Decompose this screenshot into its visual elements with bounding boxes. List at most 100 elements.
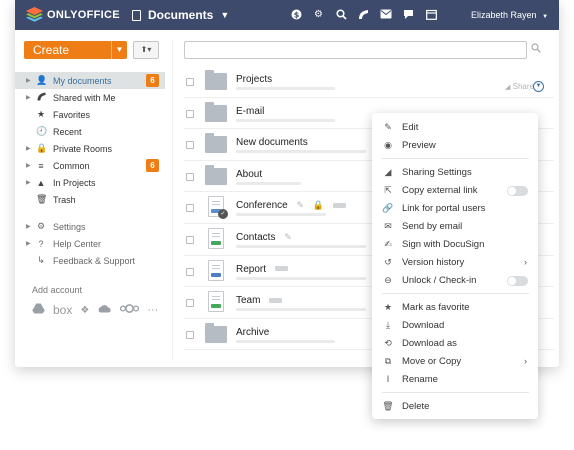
file-line <box>212 299 220 301</box>
expand-arrow-icon[interactable]: ▶ <box>26 240 31 247</box>
menu-separator <box>382 293 529 294</box>
external-link-toggle[interactable] <box>507 186 528 196</box>
chevron-right-icon: › <box>524 257 527 267</box>
module-switcher[interactable]: Documents ▼ <box>132 8 229 22</box>
row-checkbox[interactable] <box>186 109 194 118</box>
sidebar-item-label: Settings <box>53 221 86 232</box>
gear-icon[interactable]: ⚙ <box>313 8 325 20</box>
row-checkbox[interactable] <box>186 330 194 339</box>
svg-text:$: $ <box>293 10 299 19</box>
sidebar-item-settings[interactable]: ▶ ⚙ Settings <box>15 218 165 235</box>
menu-item-preview[interactable]: ◉ Preview <box>372 137 538 153</box>
sidebar-item-in-projects[interactable]: ▶ ▲ In Projects <box>15 174 165 191</box>
unlock-toggle[interactable] <box>507 276 528 286</box>
menu-item-rename[interactable]: I Rename <box>372 371 538 387</box>
menu-item-send-by-email[interactable]: ✉ Send by email <box>372 218 538 234</box>
pencil-icon[interactable]: ✎ <box>296 200 304 210</box>
question-icon: ? <box>38 238 44 249</box>
menu-item-download-as[interactable]: ⟲ Download as <box>372 335 538 351</box>
chat-icon[interactable] <box>403 8 415 20</box>
unlock-icon: ⊖ <box>384 274 392 285</box>
menu-item-sharing-settings[interactable]: ◢ Sharing Settings <box>372 164 538 180</box>
sidebar-item-label: Feedback & Support <box>53 255 136 266</box>
file-name[interactable]: About <box>236 169 262 180</box>
expand-arrow-icon[interactable]: ▶ <box>26 223 31 230</box>
sidebar-item-help-center[interactable]: ▶ ? Help Center <box>15 235 165 252</box>
box-icon[interactable]: box <box>53 303 72 317</box>
menu-item-unlock-checkin[interactable]: ⊖ Unlock / Check-in <box>372 272 538 288</box>
menu-item-download[interactable]: ⤓ Download <box>372 317 538 333</box>
row-menu-button[interactable]: ▼ <box>533 81 544 92</box>
lock-icon[interactable]: 🔒 <box>313 200 324 210</box>
chevron-down-icon: ▼ <box>220 10 230 20</box>
create-button[interactable]: Create ▼ <box>24 41 127 59</box>
menu-item-version-history[interactable]: ↺ Version history › <box>372 254 538 270</box>
file-name[interactable]: Contacts <box>236 232 275 243</box>
file-name[interactable]: E-mail <box>236 106 264 117</box>
upload-button[interactable]: ⬆▾ <box>133 41 159 59</box>
expand-arrow-icon[interactable]: ▶ <box>26 162 31 169</box>
dropbox-icon[interactable]: ❖ <box>80 305 89 316</box>
row-checkbox[interactable] <box>186 172 194 181</box>
share-link[interactable]: ◢ Share <box>505 82 534 91</box>
link-icon: 🔗 <box>382 202 394 213</box>
mail-icon[interactable] <box>380 8 392 20</box>
sidebar-item-private-rooms[interactable]: ▶ 🔒 Private Rooms <box>15 140 165 157</box>
sidebar-item-favorites[interactable]: ★ Favorites <box>15 106 165 123</box>
sidebar-item-shared-with-me[interactable]: ▶ Shared with Me <box>15 89 165 106</box>
expand-arrow-icon[interactable]: ▶ <box>26 179 31 186</box>
menu-item-copy-external-link[interactable]: ⇱ Copy external link <box>372 182 538 198</box>
currency-icon[interactable]: $ <box>290 8 302 20</box>
file-name[interactable]: New documents <box>236 137 308 148</box>
file-name[interactable]: Conference <box>236 200 288 211</box>
file-name[interactable]: Team <box>236 295 260 306</box>
file-row[interactable]: Projects ◢ Share ▼ <box>184 66 554 98</box>
sidebar-item-trash[interactable]: 🗑 Trash <box>15 191 165 208</box>
menu-separator <box>382 158 529 159</box>
search-input[interactable] <box>184 41 527 59</box>
sidebar-item-recent[interactable]: 🕘 Recent <box>15 123 165 140</box>
pencil-icon[interactable]: ✎ <box>284 232 292 242</box>
sidebar-item-common[interactable]: ▶ ≡ Common 6 <box>15 157 165 174</box>
nextcloud-icon[interactable] <box>120 304 140 316</box>
expand-arrow-icon[interactable]: ▶ <box>26 77 31 84</box>
row-checkbox[interactable] <box>186 204 194 213</box>
file-name[interactable]: Projects <box>236 74 272 85</box>
menu-item-delete[interactable]: 🗑 Delete <box>372 398 538 414</box>
file-type-bar <box>211 272 221 277</box>
search-icon[interactable] <box>335 8 347 20</box>
file-name[interactable]: Archive <box>236 327 269 338</box>
file-meta-placeholder <box>236 87 335 90</box>
expand-arrow-icon[interactable]: ▶ <box>26 145 31 152</box>
expand-arrow-icon[interactable]: ▶ <box>26 94 31 101</box>
menu-item-sign-docusign[interactable]: ✍ Sign with DocuSign <box>372 236 538 252</box>
row-checkbox[interactable] <box>186 235 194 244</box>
user-name: Elizabeth Rayen <box>471 10 537 20</box>
gear-icon: ⚙ <box>36 221 46 231</box>
file-meta-placeholder <box>236 213 326 217</box>
more-icon[interactable]: ··· <box>147 304 158 316</box>
row-checkbox[interactable] <box>186 141 194 150</box>
create-dropdown-caret[interactable]: ▼ <box>111 41 127 59</box>
onedrive-icon[interactable] <box>97 304 112 316</box>
menu-item-mark-favorite[interactable]: ★ Mark as favorite <box>372 299 538 315</box>
row-checkbox[interactable] <box>186 267 194 276</box>
feed-icon[interactable] <box>358 8 370 20</box>
menu-item-link-portal-users[interactable]: 🔗 Link for portal users <box>372 200 538 216</box>
search-icon[interactable] <box>531 43 541 56</box>
google-drive-icon[interactable] <box>32 303 45 317</box>
context-menu: ✎ Edit ◉ Preview ◢ Sharing Settings ⇱ Co… <box>372 113 538 419</box>
user-menu[interactable]: Elizabeth Rayen ▼ <box>471 10 548 20</box>
onlyoffice-logo[interactable]: ONLYOFFICE <box>26 7 120 22</box>
file-name[interactable]: Report <box>236 264 266 275</box>
download-icon: ⤓ <box>386 319 390 330</box>
sidebar-item-feedback[interactable]: ↳ Feedback & Support <box>15 252 165 269</box>
row-checkbox[interactable] <box>186 78 194 86</box>
row-checkbox[interactable] <box>186 299 194 308</box>
sidebar-item-my-documents[interactable]: ▶ 👤 My documents 6 <box>15 72 165 89</box>
menu-item-label: Delete <box>402 400 430 412</box>
menu-item-move-or-copy[interactable]: ⧉ Move or Copy › <box>372 353 538 369</box>
menu-item-label: Rename <box>402 373 438 385</box>
calendar-icon[interactable] <box>425 8 437 20</box>
menu-item-edit[interactable]: ✎ Edit <box>372 119 538 135</box>
